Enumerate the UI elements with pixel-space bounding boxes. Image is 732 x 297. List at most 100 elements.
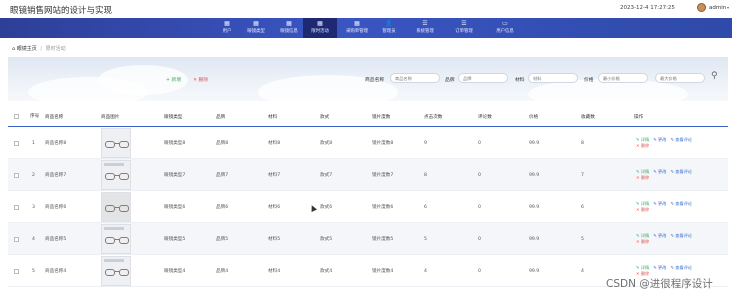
cell-lens: 镜片度数8: [372, 141, 394, 146]
view-reviews-button[interactable]: ✎ 查看评论: [670, 265, 692, 270]
filter-label-price: 价格: [584, 78, 594, 83]
detail-button[interactable]: ✎ 详情: [636, 233, 649, 238]
delete-button[interactable]: ✕ 删除: [193, 76, 208, 83]
cell-index: 3: [32, 204, 35, 210]
brand-search-input[interactable]: [458, 73, 508, 83]
cell-material: 材料4: [268, 269, 281, 274]
cell-type: 眼镜类型5: [164, 237, 186, 242]
nav-item-orders[interactable]: ☰ 订单管理: [447, 18, 481, 38]
grid-icon: ▦: [354, 20, 360, 27]
cell-price: 99.9: [529, 204, 540, 210]
nav-item-glasses-type[interactable]: ▦ 眼镜类型: [239, 18, 273, 38]
view-reviews-button[interactable]: ✎ 查看评论: [670, 169, 692, 174]
view-reviews-button[interactable]: ✎ 查看评论: [670, 201, 692, 206]
cell-style: 款式8: [320, 141, 333, 146]
material-search-input[interactable]: [528, 73, 578, 83]
cell-index: 2: [32, 172, 35, 178]
col-type: 眼镜类型: [164, 114, 183, 120]
detail-button[interactable]: ✎ 详情: [636, 265, 649, 270]
cell-name: 商品名称7: [45, 173, 67, 178]
user-avatar[interactable]: [697, 3, 706, 12]
cell-lens: 镜片度数6: [372, 205, 394, 210]
grid-icon: ▦: [286, 20, 292, 27]
grid-icon: ▦: [317, 20, 323, 27]
cell-material: 材料7: [268, 173, 281, 178]
cell-favorites: 5: [581, 236, 584, 242]
nav-item-system[interactable]: ☰ 系统管理: [408, 18, 442, 38]
min-price-input[interactable]: [598, 73, 648, 83]
window-icon: ▭: [502, 20, 508, 27]
select-all-checkbox[interactable]: [14, 114, 19, 119]
col-comments: 评论数: [478, 114, 492, 120]
nav-item-user-info[interactable]: ▭ 用户信息: [488, 18, 522, 38]
cell-comments: 0: [478, 204, 481, 210]
edit-button[interactable]: ✎ 更改: [653, 137, 666, 142]
detail-button[interactable]: ✎ 详情: [636, 137, 649, 142]
col-style: 款式: [320, 114, 330, 120]
product-image: [101, 256, 131, 286]
cell-clicks: 8: [424, 172, 427, 178]
view-reviews-button[interactable]: ✎ 查看评论: [670, 233, 692, 238]
nav-item-glasses-info[interactable]: ▦ 眼镜信息: [272, 18, 306, 38]
filter-label-name: 商品名称: [365, 78, 385, 83]
max-price-input[interactable]: [655, 73, 705, 83]
row-checkbox[interactable]: [14, 172, 19, 178]
edit-button[interactable]: ✎ 更改: [653, 201, 666, 206]
row-delete-button[interactable]: ✕ 删除: [636, 175, 649, 180]
detail-button[interactable]: ✎ 详情: [636, 169, 649, 174]
name-search-input[interactable]: [390, 73, 440, 83]
row-checkbox[interactable]: [14, 204, 19, 210]
row-delete-button[interactable]: ✕ 删除: [636, 207, 649, 212]
cell-type: 眼镜类型4: [164, 269, 186, 274]
cell-price: 99.9: [529, 268, 540, 274]
chevron-down-icon[interactable]: ▾: [727, 5, 729, 10]
col-image: 商品图片: [101, 114, 120, 120]
user-name[interactable]: admin: [709, 5, 726, 11]
row-checkbox[interactable]: [14, 268, 19, 274]
nav-item-flash-sale[interactable]: ▦ 限时活动: [303, 18, 337, 38]
cell-clicks: 9: [424, 140, 427, 146]
filter-label-brand: 品牌: [445, 78, 455, 83]
row-delete-button[interactable]: ✕ 删除: [636, 143, 649, 148]
cell-lens: 镜片度数5: [372, 237, 394, 242]
product-image: [101, 224, 131, 254]
product-image: [101, 128, 131, 158]
edit-button[interactable]: ✎ 更改: [653, 169, 666, 174]
cell-clicks: 6: [424, 204, 427, 210]
cell-type: 眼镜类型7: [164, 173, 186, 178]
nav-item-admin[interactable]: 👤 管理员: [372, 18, 406, 38]
user-icon: 👤: [385, 20, 393, 27]
edit-button[interactable]: ✎ 更改: [653, 265, 666, 270]
app-title: 眼镜销售网站的设计与实现: [10, 6, 113, 16]
cell-price: 99.9: [529, 236, 540, 242]
table-row: 1 商品名称8 眼镜类型8 品牌8 材料8 款式8 镜片度数8 9 0 99.9…: [8, 127, 728, 159]
cell-comments: 0: [478, 268, 481, 274]
breadcrumb-current: 限时活动: [45, 46, 66, 52]
table-row: 3 商品名称6 眼镜类型6 品牌6 材料6 款式6 镜片度数6 6 0 99.9…: [8, 191, 728, 223]
add-button[interactable]: + 新增: [166, 76, 181, 83]
search-icon[interactable]: ⚲: [711, 71, 718, 81]
row-delete-button[interactable]: ✕ 删除: [636, 239, 649, 244]
col-clicks: 点击次数: [424, 114, 443, 120]
col-lens: 镜片度数: [372, 114, 391, 120]
detail-button[interactable]: ✎ 详情: [636, 201, 649, 206]
col-favorites: 收藏数: [581, 114, 595, 120]
cell-style: 款式6: [320, 205, 333, 210]
table-header: 序号 商品名称 商品图片 眼镜类型 品牌 材料 款式 镜片度数 点击次数 评论数…: [8, 106, 728, 127]
edit-button[interactable]: ✎ 更改: [653, 233, 666, 238]
product-image: [101, 160, 131, 190]
cell-comments: 0: [478, 172, 481, 178]
cell-favorites: 8: [581, 140, 584, 146]
cell-comments: 0: [478, 140, 481, 146]
cell-index: 4: [32, 236, 35, 242]
cell-style: 款式5: [320, 237, 333, 242]
row-checkbox[interactable]: [14, 140, 19, 146]
cell-style: 款式4: [320, 269, 333, 274]
breadcrumb-home[interactable]: 眼镜主页: [17, 46, 37, 52]
nav-item-purchase-orders[interactable]: ▦ 采购单管理: [340, 18, 374, 38]
row-checkbox[interactable]: [14, 236, 19, 242]
row-actions: ✎ 详情 ✎ 更改 ✎ 查看评论 ✕ 删除: [636, 223, 716, 255]
cell-brand: 品牌7: [216, 173, 229, 178]
view-reviews-button[interactable]: ✎ 查看评论: [670, 137, 692, 142]
cell-price: 99.9: [529, 172, 540, 178]
